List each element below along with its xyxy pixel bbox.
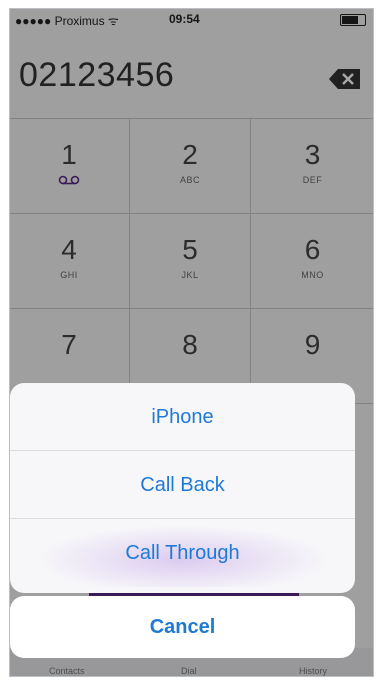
option-iphone[interactable]: iPhone [10, 383, 355, 451]
cancel-button[interactable]: Cancel [10, 596, 355, 658]
option-call-through[interactable]: Call Through [10, 519, 355, 587]
option-call-back[interactable]: Call Back [10, 451, 355, 519]
action-sheet: iPhone Call Back Call Through [10, 383, 355, 593]
